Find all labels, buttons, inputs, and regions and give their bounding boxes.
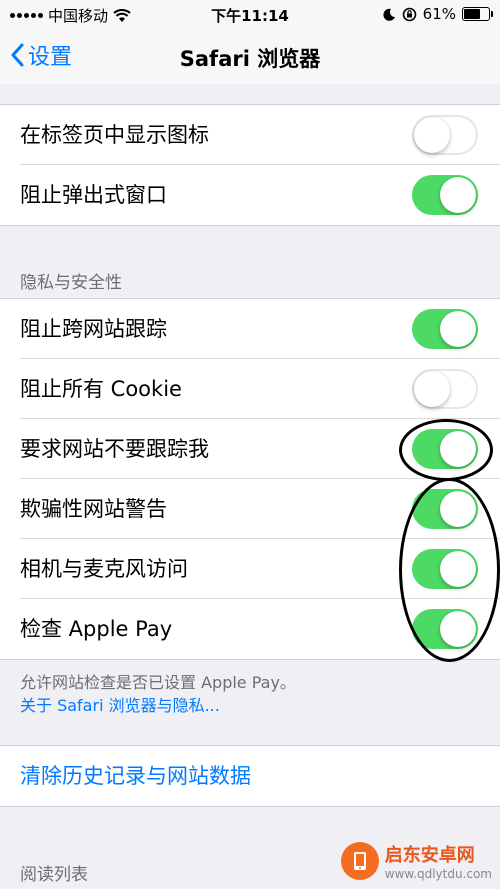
setting-label: 阻止所有 Cookie bbox=[20, 377, 182, 401]
setting-row-camera-microphone-access: 相机与麦克风访问 bbox=[0, 539, 500, 599]
section-header-privacy: 隐私与安全性 bbox=[20, 273, 122, 293]
setting-label: 阻止弹出式窗口 bbox=[20, 183, 167, 207]
battery-level-fill bbox=[464, 9, 480, 19]
setting-row-fraudulent-website-warning: 欺骗性网站警告 bbox=[0, 479, 500, 539]
about-safari-privacy-link[interactable]: 关于 Safari 浏览器与隐私... bbox=[20, 692, 220, 716]
watermark-logo-icon bbox=[340, 842, 379, 880]
setting-label: 阻止跨网站跟踪 bbox=[20, 317, 167, 341]
setting-row-block-popups: 阻止弹出式窗口 bbox=[0, 165, 500, 225]
group-bottom-divider bbox=[0, 806, 500, 807]
toggle-block-all-cookies[interactable] bbox=[412, 369, 478, 409]
setting-label: 相机与麦克风访问 bbox=[20, 557, 188, 581]
setting-row-show-icons: 在标签页中显示图标 bbox=[0, 105, 500, 165]
watermark: 启东安卓网 www.qdlytdu.com bbox=[340, 841, 492, 881]
clear-history-button[interactable]: 清除历史记录与网站数据 bbox=[20, 746, 251, 806]
setting-row-block-all-cookies: 阻止所有 Cookie bbox=[0, 359, 500, 419]
setting-label: 欺骗性网站警告 bbox=[20, 497, 167, 521]
clear-history-row[interactable]: 清除历史记录与网站数据 bbox=[0, 746, 500, 806]
toggle-camera-microphone-access[interactable] bbox=[412, 549, 478, 589]
setting-row-prevent-cross-site-tracking: 阻止跨网站跟踪 bbox=[0, 299, 500, 359]
battery-icon bbox=[462, 7, 493, 21]
setting-row-do-not-track: 要求网站不要跟踪我 bbox=[0, 419, 500, 479]
toggle-show-icons[interactable] bbox=[412, 115, 478, 155]
section-header-reading-list: 阅读列表 bbox=[20, 865, 88, 885]
setting-label: 检查 Apple Pay bbox=[20, 617, 173, 641]
watermark-name: 启东安卓网 bbox=[384, 845, 475, 866]
moon-icon bbox=[383, 8, 395, 21]
watermark-url: www.qdlytdu.com bbox=[384, 867, 492, 881]
setting-row-check-apple-pay: 检查 Apple Pay bbox=[0, 599, 500, 659]
setting-label: 在标签页中显示图标 bbox=[20, 123, 209, 147]
privacy-footer-text: 允许网站检查是否已设置 Apple Pay。 bbox=[20, 673, 296, 692]
group-bottom-divider bbox=[0, 659, 500, 660]
setting-label: 要求网站不要跟踪我 bbox=[20, 437, 209, 461]
status-bar: 中国移动 下午11:14 61% bbox=[0, 0, 500, 30]
rotation-lock-icon bbox=[402, 7, 416, 21]
navigation-bar: 设置 Safari 浏览器 bbox=[0, 30, 500, 84]
toggle-block-popups[interactable] bbox=[412, 175, 478, 215]
toggle-fraudulent-website-warning[interactable] bbox=[412, 489, 478, 529]
toggle-check-apple-pay[interactable] bbox=[412, 609, 478, 649]
toggle-prevent-cross-site-tracking[interactable] bbox=[412, 309, 478, 349]
page-title: Safari 浏览器 bbox=[179, 47, 321, 71]
group-bottom-divider bbox=[0, 225, 500, 226]
toggle-do-not-track[interactable] bbox=[412, 429, 478, 469]
battery-percent: 61% bbox=[422, 5, 456, 23]
